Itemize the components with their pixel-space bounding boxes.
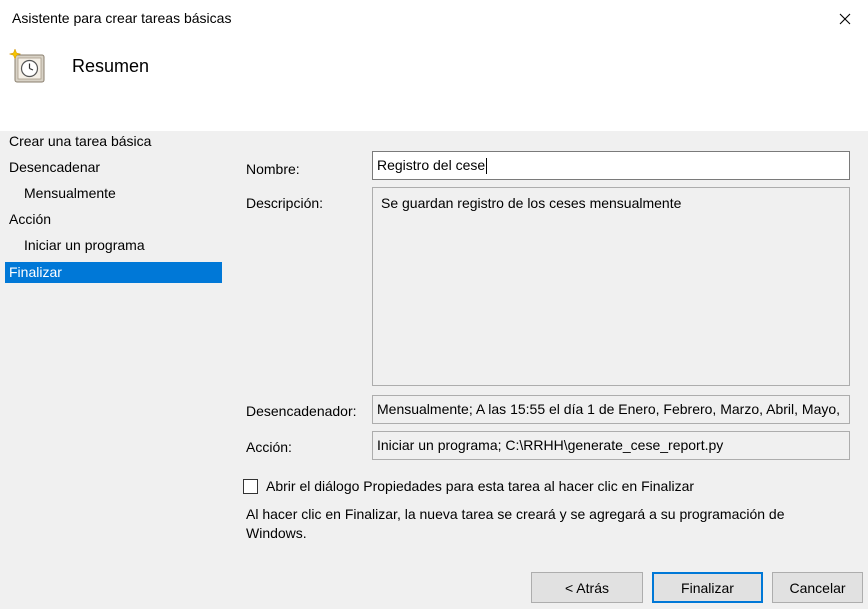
name-label: Nombre:: [246, 161, 300, 177]
page-title: Resumen: [72, 56, 150, 76]
description-label: Descripción:: [246, 195, 324, 211]
clock-wizard-icon: [8, 48, 45, 83]
action-field[interactable]: Iniciar un programa; C:\RRHH\generate_ce…: [372, 431, 850, 460]
title-bar: Asistente para crear tareas básicas: [0, 0, 868, 37]
window-title: Asistente para crear tareas básicas: [12, 10, 232, 26]
close-icon: [839, 13, 851, 24]
wizard-steps: Crear una tarea básica Desencadenar Mens…: [0, 131, 224, 609]
step-finalizar: Finalizar: [5, 262, 222, 283]
step-mensualmente: Mensualmente: [24, 185, 116, 201]
trigger-field[interactable]: Mensualmente; A las 15:55 el día 1 de En…: [372, 395, 850, 424]
name-value: Registro del cese: [377, 157, 486, 173]
open-properties-label[interactable]: Abrir el diálogo Propiedades para esta t…: [266, 478, 694, 494]
step-desencadenar: Desencadenar: [9, 159, 101, 175]
step-crear-tarea: Crear una tarea básica: [9, 133, 152, 149]
action-label: Acción:: [246, 439, 292, 455]
close-button[interactable]: [822, 0, 868, 37]
text-caret: [486, 158, 488, 175]
finish-info-text: Al hacer clic en Finalizar, la nueva tar…: [246, 506, 785, 541]
wizard-header: Resumen: [0, 37, 868, 131]
trigger-label: Desencadenador:: [246, 403, 357, 419]
step-iniciar-programa: Iniciar un programa: [24, 237, 145, 253]
open-properties-checkbox[interactable]: [243, 479, 258, 494]
step-accion: Acción: [9, 211, 52, 227]
finish-button[interactable]: Finalizar: [652, 572, 763, 603]
name-input[interactable]: Registro del cese: [372, 151, 850, 180]
description-textarea[interactable]: Se guardan registro de los ceses mensual…: [372, 187, 850, 386]
cancel-button[interactable]: Cancelar: [772, 572, 863, 603]
back-button[interactable]: < Atrás: [531, 572, 643, 603]
